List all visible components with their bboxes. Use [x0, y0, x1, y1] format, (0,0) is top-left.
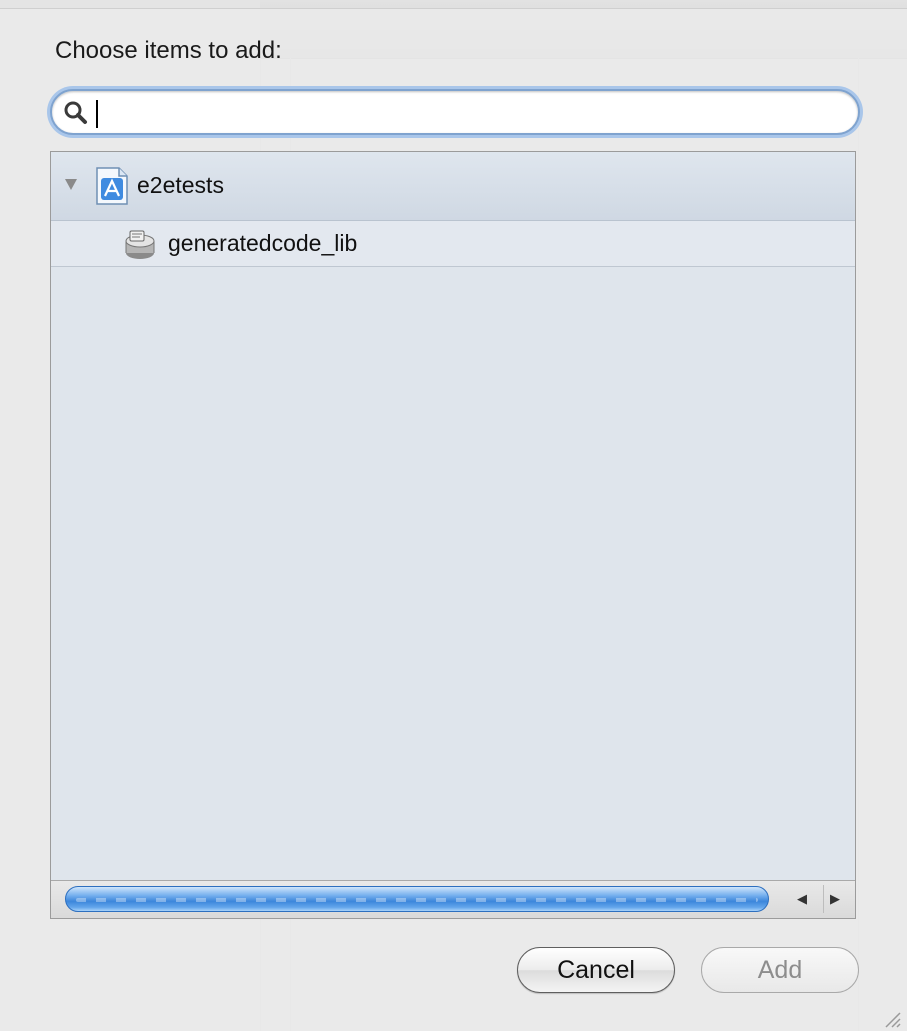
tree-item-generatedcode-lib[interactable]: generatedcode_lib: [51, 221, 855, 267]
group-label: e2etests: [137, 172, 224, 198]
disclosure-triangle-icon[interactable]: [65, 179, 77, 190]
resize-grip-icon[interactable]: [879, 1006, 901, 1028]
text-caret: [96, 100, 98, 128]
tree-group-e2etests[interactable]: e2etests: [51, 152, 855, 221]
scroll-left-arrow-icon[interactable]: ◀: [791, 885, 813, 913]
scroll-right-arrow-icon[interactable]: ▶: [823, 885, 846, 913]
item-label: generatedcode_lib: [168, 230, 358, 256]
search-icon: [64, 101, 87, 124]
add-button[interactable]: Add: [701, 947, 859, 993]
search-field[interactable]: [50, 89, 860, 135]
search-input[interactable]: [94, 95, 844, 129]
scrollbar-thumb[interactable]: [65, 886, 769, 912]
items-tree[interactable]: e2etests generatedcode_lib ◀ ▶: [50, 151, 856, 919]
horizontal-scrollbar[interactable]: ◀ ▶: [51, 880, 855, 918]
cancel-button[interactable]: Cancel: [517, 947, 675, 993]
xcode-project-icon: [96, 167, 128, 205]
static-library-icon: [125, 230, 155, 259]
add-items-sheet: Choose items to add: e2etests generatedc…: [0, 8, 907, 1031]
dialog-heading: Choose items to add:: [55, 37, 282, 64]
